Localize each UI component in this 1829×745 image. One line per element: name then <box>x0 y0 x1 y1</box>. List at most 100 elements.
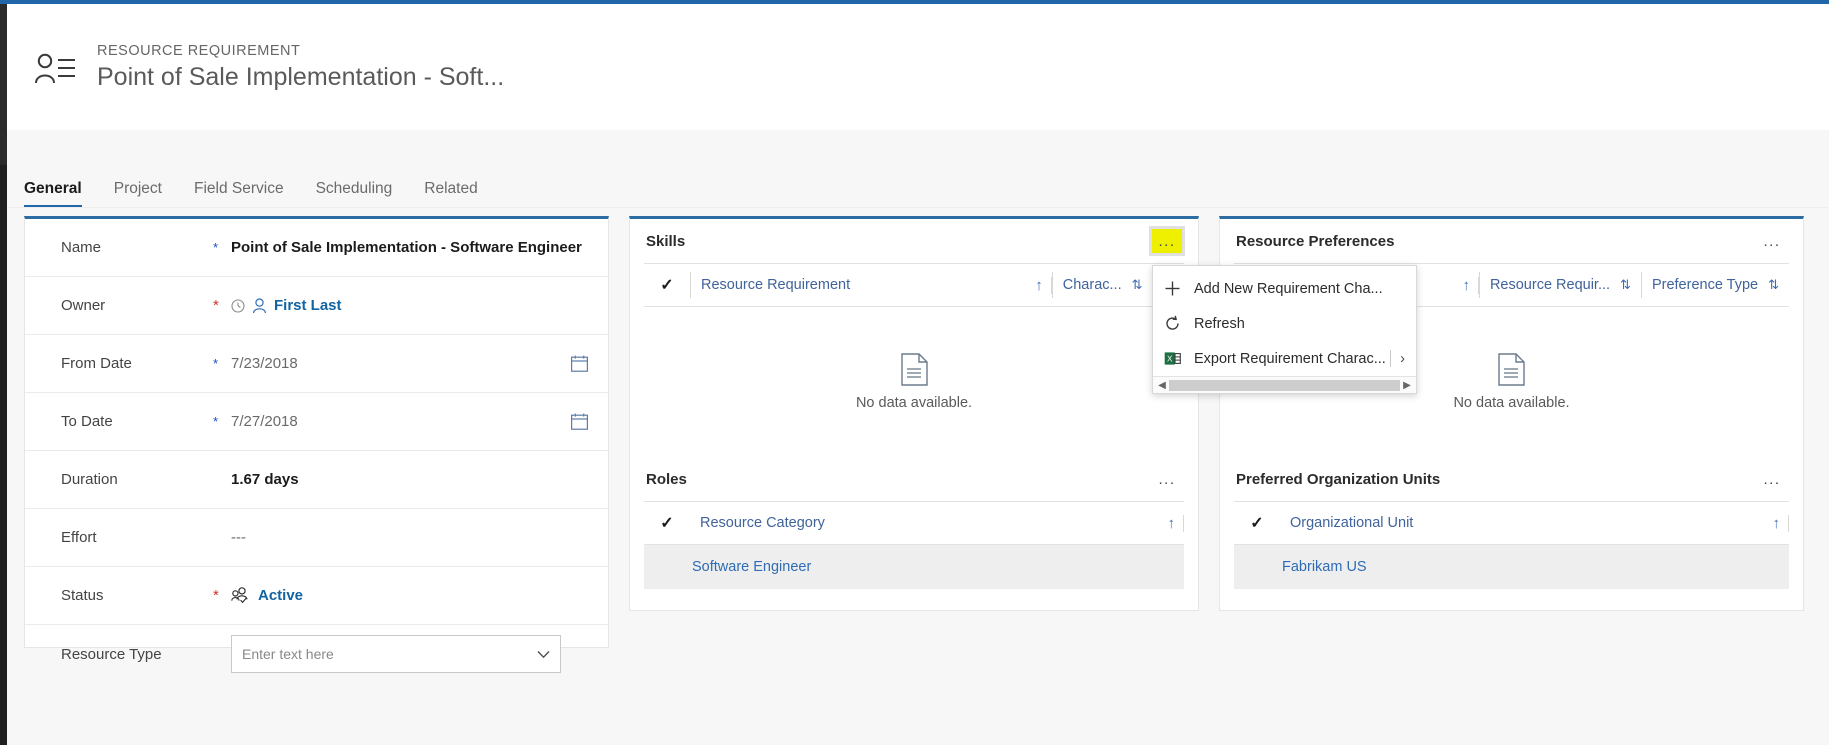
table-row[interactable]: Software Engineer <box>644 545 1184 589</box>
prefs-sort-both-icon-0[interactable]: ⇅ <box>1620 277 1631 293</box>
prefs-empty-text: No data available. <box>1453 395 1570 411</box>
org-units-more-button[interactable]: ... <box>1757 467 1787 491</box>
org-units-select-all-checkmark-icon[interactable]: ✓ <box>1234 513 1280 533</box>
chevron-down-icon[interactable] <box>537 650 550 659</box>
required-marker-to-date: * <box>213 414 219 429</box>
skills-grid-header: ✓ Resource Requirement ↑ Charac... ⇅ R <box>644 263 1184 307</box>
lookup-clock-icon <box>231 298 245 313</box>
field-row-to-date: To Date * 7/27/2018 <box>25 393 608 451</box>
sort-both-icon-1[interactable]: ⇅ <box>1132 277 1143 293</box>
no-data-document-icon <box>1498 353 1525 386</box>
roles-column-resource-category[interactable]: Resource Category <box>690 510 1160 536</box>
tab-project[interactable]: Project <box>114 180 162 207</box>
field-row-duration: Duration 1.67 days <box>25 451 608 509</box>
skills-column-characteristic[interactable]: Charac... ⇅ <box>1051 272 1153 298</box>
status-badge[interactable]: Active <box>258 587 303 604</box>
skills-empty-state: No data available. <box>644 307 1184 457</box>
scrollbar-thumb[interactable] <box>1169 379 1400 391</box>
prefs-sort-ascending-icon[interactable]: ↑ <box>1454 276 1479 294</box>
field-row-resource-type: Resource Type Enter text here <box>25 625 608 683</box>
roles-grid-header: ✓ Resource Category ↑ <box>644 501 1184 545</box>
field-label-resource-type: Resource Type <box>61 645 162 663</box>
tab-related[interactable]: Related <box>424 180 477 207</box>
general-form-card: Name * Point of Sale Implementation - So… <box>24 216 609 673</box>
plus-icon <box>1164 280 1194 297</box>
prefs-column-label-1: Preference Type <box>1651 277 1759 293</box>
skills-column-resource-requirement[interactable]: Resource Requirement <box>690 272 860 298</box>
field-row-owner: Owner * First Last <box>25 277 608 335</box>
required-marker-from-date: * <box>213 356 219 371</box>
resource-type-combobox[interactable]: Enter text here <box>231 635 561 673</box>
resource-requirement-icon <box>31 46 79 94</box>
skills-column-label-1: Charac... <box>1062 277 1122 293</box>
tab-scheduling[interactable]: Scheduling <box>316 180 393 207</box>
menu-item-export-requirement-characteristics[interactable]: X Export Requirement Charac... › <box>1153 341 1416 376</box>
org-units-title: Preferred Organization Units <box>1236 470 1441 488</box>
roles-sort-ascending-icon[interactable]: ↑ <box>1160 514 1184 532</box>
field-value-duration: 1.67 days <box>231 471 299 488</box>
left-rail-lower <box>0 165 7 745</box>
menu-item-add-new-requirement-characteristic[interactable]: Add New Requirement Cha... <box>1153 271 1416 306</box>
roles-column-label-0: Resource Category <box>700 515 825 531</box>
roles-cell-resource-category[interactable]: Software Engineer <box>690 559 811 575</box>
calendar-icon-from-date[interactable] <box>571 355 588 372</box>
roles-select-all-checkmark-icon[interactable]: ✓ <box>644 513 690 533</box>
resource-preferences-more-button[interactable]: ... <box>1757 229 1787 253</box>
required-marker-name: * <box>213 240 219 255</box>
menu-item-submenu-area[interactable]: › <box>1390 350 1405 367</box>
org-units-column-label-0: Organizational Unit <box>1290 515 1414 531</box>
roles-more-button[interactable]: ... <box>1152 467 1182 491</box>
sort-ascending-icon[interactable]: ↑ <box>1027 276 1052 294</box>
skills-title: Skills <box>646 232 686 250</box>
menu-divider <box>1390 350 1392 367</box>
menu-horizontal-scrollbar[interactable]: ◀ ▶ <box>1153 376 1416 393</box>
menu-item-label-2: Export Requirement Charac... <box>1194 350 1386 367</box>
svg-text:X: X <box>1167 354 1173 363</box>
tab-field-service[interactable]: Field Service <box>194 180 284 207</box>
field-value-name[interactable]: Point of Sale Implementation - Software … <box>231 239 588 256</box>
form-content-area: Name * Point of Sale Implementation - So… <box>7 208 1829 745</box>
org-units-column-organizational-unit[interactable]: Organizational Unit <box>1280 510 1765 536</box>
org-units-cell-organizational-unit[interactable]: Fabrikam US <box>1280 559 1367 575</box>
prefs-column-preference-type[interactable]: Preference Type ⇅ <box>1640 272 1789 298</box>
entity-type-label: RESOURCE REQUIREMENT <box>97 42 301 59</box>
owner-link[interactable]: First Last <box>274 297 342 314</box>
skills-subgrid: Skills ... ✓ Resource Requirement ↑ Char… <box>630 219 1198 457</box>
tab-general[interactable]: General <box>24 180 82 207</box>
menu-item-label-1: Refresh <box>1194 315 1245 332</box>
field-value-status[interactable]: Active <box>231 587 588 604</box>
field-value-from-date[interactable]: 7/23/2018 <box>231 355 571 372</box>
field-label-name: Name <box>61 239 102 256</box>
field-value-effort: --- <box>231 529 246 546</box>
excel-icon: X <box>1164 350 1194 367</box>
scroll-left-arrow-icon[interactable]: ◀ <box>1155 380 1169 391</box>
skills-roles-card: Skills ... ✓ Resource Requirement ↑ Char… <box>629 216 1199 611</box>
scroll-right-arrow-icon[interactable]: ▶ <box>1400 380 1414 391</box>
resource-preferences-title: Resource Preferences <box>1236 232 1395 250</box>
resource-type-placeholder: Enter text here <box>242 646 334 662</box>
org-units-sort-ascending-icon[interactable]: ↑ <box>1765 514 1789 532</box>
menu-item-refresh[interactable]: Refresh <box>1153 306 1416 341</box>
chevron-right-icon[interactable]: › <box>1400 351 1405 367</box>
no-data-document-icon <box>900 353 928 386</box>
field-row-name: Name * Point of Sale Implementation - So… <box>25 219 608 277</box>
field-value-owner[interactable]: First Last <box>231 297 588 314</box>
skills-more-button[interactable]: ... <box>1152 229 1182 253</box>
skills-column-spacer <box>860 272 1027 298</box>
required-marker-status: * <box>213 587 219 604</box>
required-marker-owner: * <box>213 297 219 314</box>
prefs-column-resource-requirement[interactable]: Resource Requir... ⇅ <box>1478 272 1641 298</box>
calendar-icon-to-date[interactable] <box>571 413 588 430</box>
resource-preferences-header: Resource Preferences ... <box>1234 219 1789 263</box>
field-label-from-date: From Date <box>61 355 132 372</box>
select-all-checkmark-icon[interactable]: ✓ <box>644 275 690 295</box>
prefs-sort-both-icon-1[interactable]: ⇅ <box>1768 277 1779 293</box>
table-row[interactable]: Fabrikam US <box>1234 545 1789 589</box>
field-label-duration: Duration <box>61 471 118 488</box>
org-units-grid-header: ✓ Organizational Unit ↑ <box>1234 501 1789 545</box>
field-label-to-date: To Date <box>61 413 113 430</box>
field-value-to-date[interactable]: 7/27/2018 <box>231 413 571 430</box>
menu-item-label-0: Add New Requirement Cha... <box>1194 280 1383 297</box>
field-label-effort: Effort <box>61 529 97 546</box>
skills-context-menu: Add New Requirement Cha... Refresh X Exp… <box>1152 265 1417 394</box>
